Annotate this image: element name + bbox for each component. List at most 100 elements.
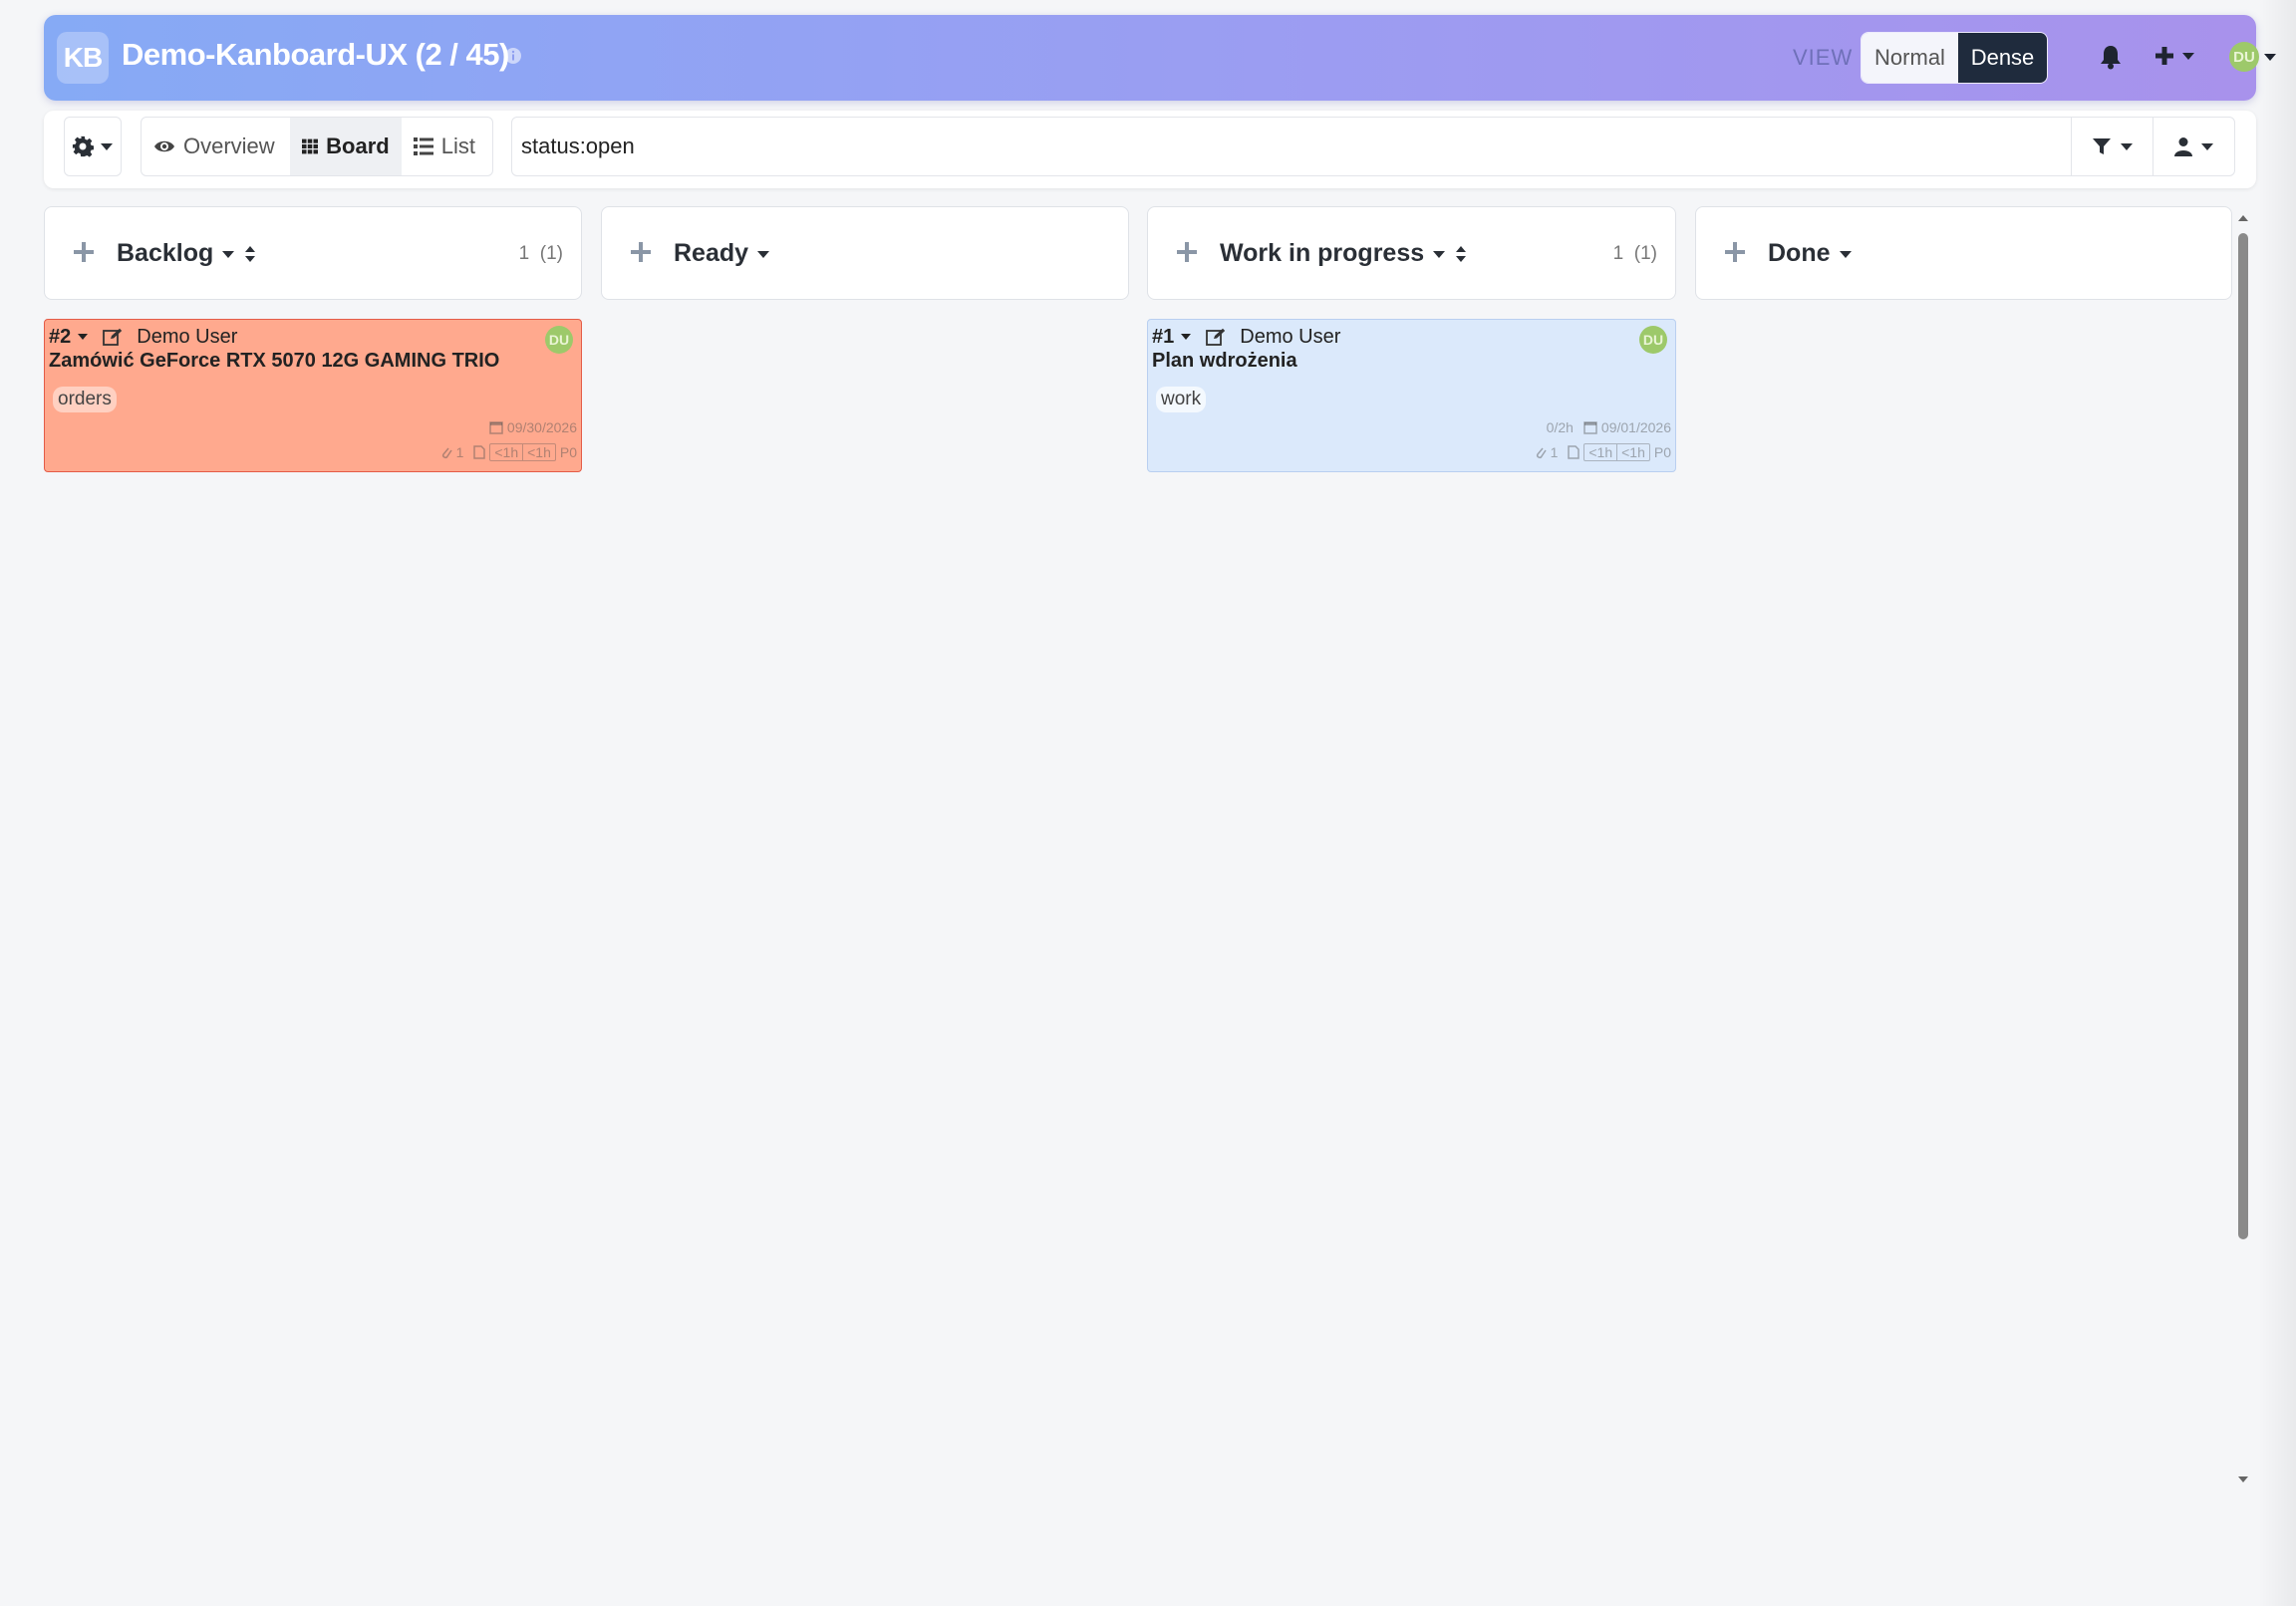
tab-label: Overview <box>183 134 275 158</box>
priority-label: P0 <box>559 444 577 460</box>
tab-label: Board <box>326 134 390 158</box>
avatar: DU <box>1639 326 1667 354</box>
paperclip-icon <box>1536 447 1547 459</box>
task-meta-dates: 0/2h 09/01/2026 <box>1547 419 1671 435</box>
info-icon[interactable] <box>504 47 522 65</box>
column-title[interactable]: Ready <box>674 239 770 268</box>
time-estimate: <1h <1h <box>489 443 556 461</box>
task-tag: orders <box>53 387 117 412</box>
task-id-menu[interactable]: #2 <box>49 326 89 349</box>
paperclip-icon <box>441 447 452 459</box>
column-done: Done <box>1695 206 2232 300</box>
column-title-label: Done <box>1768 239 1831 267</box>
attachment-count: 1 <box>455 444 464 460</box>
board-scrollbar[interactable] <box>2232 209 2254 1494</box>
edit-icon[interactable] <box>103 328 123 346</box>
task-card[interactable]: #1 Demo User DU Plan wdrożenia work 0/2h… <box>1147 319 1676 472</box>
chevron-down-icon <box>2120 143 2133 150</box>
document-icon <box>473 445 486 459</box>
task-count: 1 (1) <box>518 243 563 264</box>
attachment-count: 1 <box>1550 444 1559 460</box>
assignee-name: Demo User <box>1240 325 1341 348</box>
chevron-down-icon <box>1433 250 1446 258</box>
due-date: 09/30/2026 <box>506 419 577 435</box>
column-title[interactable]: Done <box>1768 239 1853 268</box>
view-label: VIEW <box>1793 45 1854 70</box>
task-card[interactable]: #2 Demo User DU Zamówić GeForce RTX 5070… <box>44 319 582 472</box>
view-tabs: Overview Board List <box>141 117 493 176</box>
add-task-button[interactable] <box>1724 241 1746 263</box>
search-input[interactable] <box>512 118 2071 175</box>
task-meta-stats: 1 <1h <1h P0 <box>440 443 577 461</box>
add-task-button[interactable] <box>1176 241 1198 263</box>
view-normal-button[interactable]: Normal <box>1862 33 1958 83</box>
task-title[interactable]: Plan wdrożenia <box>1152 350 1671 373</box>
assignee-name: Demo User <box>137 325 238 348</box>
eye-icon <box>154 140 174 152</box>
column-work-in-progress: Work in progress 1 (1) <box>1147 206 1676 300</box>
chevron-down-icon <box>757 250 770 258</box>
column-title-label: Backlog <box>117 239 214 267</box>
task-count: 1 (1) <box>1612 243 1657 264</box>
plus-icon <box>2155 47 2173 65</box>
search-bar <box>511 117 2235 176</box>
grid-icon <box>301 138 318 154</box>
column-backlog: Backlog 1 (1) <box>44 206 582 300</box>
tab-overview[interactable]: Overview <box>142 118 290 175</box>
plus-icon <box>74 242 94 262</box>
task-id-menu[interactable]: #1 <box>1152 326 1192 349</box>
plus-icon <box>1177 242 1197 262</box>
chevron-down-icon <box>1839 250 1852 258</box>
filter-icon <box>2092 138 2111 154</box>
column-title[interactable]: Backlog <box>117 239 257 268</box>
gear-icon <box>72 135 94 157</box>
create-menu-button[interactable] <box>2153 45 2195 67</box>
add-task-button[interactable] <box>73 241 95 263</box>
filter-menu-button[interactable] <box>2071 118 2152 175</box>
calendar-icon <box>1583 421 1597 434</box>
tab-list[interactable]: List <box>402 118 492 175</box>
list-icon <box>413 137 433 155</box>
task-meta-dates: 09/30/2026 <box>489 419 577 435</box>
avatar: DU <box>545 326 573 354</box>
project-title: Demo-Kanboard-UX (2 / 45) <box>122 37 509 72</box>
user-icon <box>2173 137 2192 156</box>
chevron-down-icon <box>2182 53 2194 60</box>
settings-menu-button[interactable] <box>64 117 122 176</box>
priority-label: P0 <box>1653 444 1671 460</box>
app-logo[interactable]: KB <box>57 32 109 84</box>
chevron-down-icon <box>2200 143 2213 150</box>
tab-board[interactable]: Board <box>289 118 402 175</box>
user-filter-button[interactable] <box>2152 118 2234 175</box>
sort-icon[interactable] <box>1454 244 1468 264</box>
app-header: KB Demo-Kanboard-UX (2 / 45) VIEW Normal… <box>44 15 2276 101</box>
column-ready: Ready <box>601 206 1129 300</box>
chevron-down-icon <box>101 143 113 150</box>
scrollbar-thumb[interactable] <box>2238 233 2248 1239</box>
plus-icon <box>631 242 651 262</box>
task-title[interactable]: Zamówić GeForce RTX 5070 12G GAMING TRIO <box>49 350 577 373</box>
scroll-down-arrow-icon[interactable] <box>2237 1474 2249 1484</box>
due-date: 09/01/2026 <box>1600 419 1671 435</box>
time-estimate: <1h <1h <box>1583 443 1650 461</box>
edit-icon[interactable] <box>1206 328 1226 346</box>
task-meta-stats: 1 <1h <1h P0 <box>1535 443 1671 461</box>
chevron-down-icon <box>222 250 235 258</box>
column-title-label: Ready <box>674 239 749 267</box>
sort-icon[interactable] <box>243 244 257 264</box>
calendar-icon <box>489 421 503 434</box>
chevron-down-icon <box>78 334 89 340</box>
scroll-up-arrow-icon[interactable] <box>2237 213 2249 223</box>
column-title[interactable]: Work in progress <box>1220 239 1468 268</box>
column-title-label: Work in progress <box>1220 239 1425 267</box>
plus-icon <box>1725 242 1745 262</box>
window-edge-shadow <box>2258 0 2296 1606</box>
time-spent: 0/2h <box>1546 419 1574 435</box>
tab-label: List <box>440 134 475 158</box>
board-toolbar: Overview Board List <box>44 111 2256 188</box>
view-dense-button[interactable]: Dense <box>1958 33 2047 83</box>
avatar: DU <box>2229 42 2259 72</box>
task-tag: work <box>1156 387 1207 412</box>
bell-icon[interactable] <box>2099 44 2123 70</box>
add-task-button[interactable] <box>630 241 652 263</box>
